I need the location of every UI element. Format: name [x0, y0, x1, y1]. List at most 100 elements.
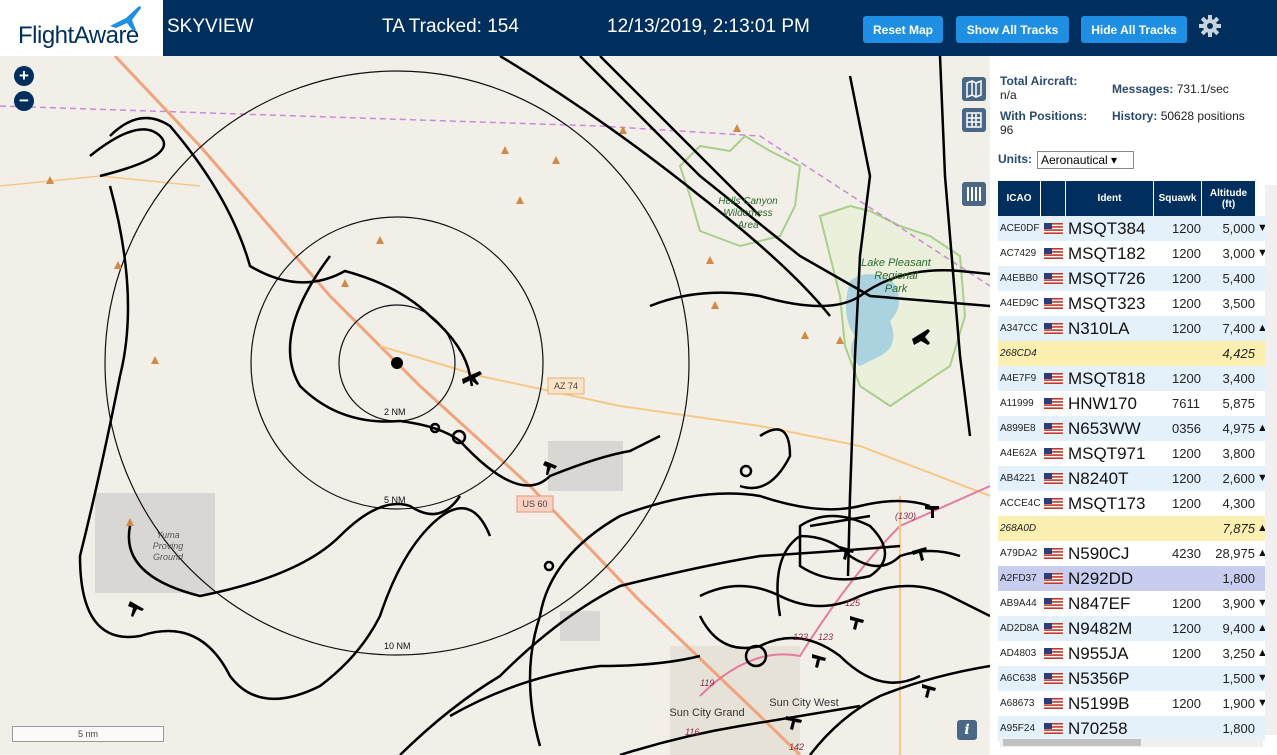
table-row[interactable]: A4E7F9 MSQT818 1200 3,400: [998, 366, 1265, 391]
altitude-cell: 1,800: [1222, 571, 1255, 586]
altitude-cell: 9,400: [1222, 621, 1255, 636]
squawk-cell: 1200: [1172, 496, 1201, 511]
table-row[interactable]: AB4221 N8240T 1200 2,600 ▼: [998, 466, 1268, 491]
column-header-squawk[interactable]: Squawk: [1154, 181, 1202, 216]
column-header-icao[interactable]: ICAO: [998, 181, 1041, 216]
show-all-tracks-button[interactable]: Show All Tracks: [956, 16, 1069, 43]
us-flag-icon: [1044, 398, 1063, 409]
table-row[interactable]: AD2D8A N9482M 1200 9,400 ▲: [998, 616, 1268, 641]
us-flag-icon: [1044, 373, 1063, 384]
reset-map-button[interactable]: Reset Map: [863, 16, 943, 43]
svg-text:123: 123: [818, 632, 833, 642]
grid-icon[interactable]: [962, 108, 986, 132]
svg-text:123: 123: [793, 632, 808, 642]
us-flag-icon: [1044, 248, 1063, 259]
units-select[interactable]: Aeronautical ▾: [1037, 151, 1134, 169]
map-layers-icon[interactable]: [962, 77, 986, 101]
svg-text:125: 125: [845, 598, 861, 608]
altitude-cell: 1,900: [1222, 696, 1255, 711]
table-row[interactable]: A4ED9C MSQT323 1200 3,500: [998, 291, 1265, 316]
table-row[interactable]: A11999 HNW170 7611 5,875: [998, 391, 1265, 416]
altitude-cell: 2,600: [1222, 471, 1255, 486]
altitude-cell: 1,800: [1222, 721, 1255, 736]
svg-text:142: 142: [789, 742, 804, 752]
icao-cell: A4ED9C: [1000, 298, 1039, 309]
us-flag-icon: [1044, 298, 1063, 309]
squawk-cell: 1200: [1172, 221, 1201, 236]
table-row[interactable]: AD4803 N955JA 1200 3,250 ▲: [998, 641, 1268, 666]
altitude-cell: 7,400: [1222, 321, 1255, 336]
svg-text:119: 119: [700, 678, 714, 688]
us-flag-icon: [1044, 423, 1063, 434]
altitude-cell: 7,875: [1222, 521, 1255, 536]
us-flag-icon: [1044, 323, 1063, 334]
squawk-cell: 1200: [1172, 371, 1201, 386]
aircraft-icon: [922, 684, 936, 698]
icao-cell: ACCE4C: [1000, 498, 1041, 509]
ident-cell: N70258: [1068, 719, 1128, 738]
icao-cell: A4E62A: [1000, 448, 1037, 459]
table-row[interactable]: A899E8 N653WW 0356 4,975 ▲: [998, 416, 1268, 441]
icao-cell: A899E8: [1000, 423, 1036, 434]
top-header: FlightAware SKYVIEW TA Tracked: 154 12/1…: [0, 0, 1277, 56]
icao-cell: ACE0DF: [1000, 223, 1040, 234]
us-flag-icon: [1044, 448, 1063, 459]
vertical-scrollbar[interactable]: [1265, 185, 1277, 735]
squawk-cell: 1200: [1172, 596, 1201, 611]
altitude-cell: 3,000: [1222, 246, 1255, 261]
altitude-cell: 4,975: [1222, 421, 1255, 436]
svg-text:Sun City Grand: Sun City Grand: [669, 707, 744, 719]
ident-cell: N653WW: [1068, 419, 1141, 438]
with-positions-value: 96: [1000, 123, 1014, 137]
table-row[interactable]: ACCE4C MSQT173 1200 4,300: [998, 491, 1265, 516]
column-header-flag[interactable]: [1041, 181, 1066, 216]
zoom-in-button[interactable]: +: [14, 66, 34, 86]
map-canvas[interactable]: Hells Canyon Wilderness Area Lake Pleasant…: [0, 56, 990, 755]
columns-icon[interactable]: [962, 182, 986, 206]
ident-cell: N9482M: [1068, 619, 1133, 638]
table-row[interactable]: A6C638 N5356P 1,500 ▼: [998, 666, 1268, 691]
squawk-cell: 1200: [1172, 321, 1201, 336]
table-row[interactable]: AB9A44 N847EF 1200 3,900 ▼: [998, 591, 1268, 616]
table-row[interactable]: A4E62A MSQT971 1200 3,800: [998, 441, 1265, 466]
icao-cell: AC7429: [1000, 248, 1037, 259]
table-row[interactable]: A347CC N310LA 1200 7,400 ▲: [998, 316, 1268, 341]
table-row[interactable]: AC7429 MSQT182 1200 3,000 ▼: [998, 241, 1268, 266]
altitude-cell: 3,900: [1222, 596, 1255, 611]
current-datetime: 12/13/2019, 2:13:01 PM: [607, 16, 810, 37]
squawk-cell: 1200: [1172, 446, 1201, 461]
us-flag-icon: [1044, 573, 1063, 584]
us-flag-icon: [1044, 498, 1063, 509]
altitude-cell: 3,800: [1222, 446, 1255, 461]
table-row[interactable]: A2FD37 N292DD 1,800: [998, 566, 1265, 591]
hide-all-tracks-button[interactable]: Hide All Tracks: [1081, 16, 1187, 43]
table-row[interactable]: 268A0D 7,875 ▲: [998, 516, 1268, 541]
table-row[interactable]: A79DA2 N590CJ 4230 28,975 ▲: [998, 541, 1268, 566]
table-row[interactable]: 268CD4 4,425: [998, 341, 1265, 366]
gear-icon[interactable]: [1198, 14, 1222, 38]
column-header-ident[interactable]: Ident: [1066, 181, 1154, 216]
icao-cell: AD4803: [1000, 648, 1037, 659]
us-flag-icon: [1044, 673, 1063, 684]
table-row[interactable]: A68673 N5199B 1200 1,900 ▼: [998, 691, 1268, 716]
messages-value: 731.1/sec: [1176, 82, 1229, 96]
svg-text:Sun City West: Sun City West: [769, 697, 839, 709]
horizontal-scrollbar-thumb[interactable]: [1003, 739, 1141, 746]
ident-cell: N847EF: [1068, 594, 1131, 613]
info-icon[interactable]: i: [957, 720, 977, 740]
icao-cell: A95F24: [1000, 723, 1036, 734]
table-row[interactable]: A4EBB0 MSQT726 1200 5,400: [998, 266, 1265, 291]
flightaware-logo[interactable]: FlightAware: [0, 0, 163, 56]
ta-tracked-count: TA Tracked: 154: [382, 16, 519, 37]
column-header-altitude[interactable]: Altitude (ft): [1202, 181, 1256, 216]
table-row[interactable]: ACE0DF MSQT384 1200 5,000 ▼: [998, 216, 1268, 241]
svg-text:YumaProvingGround: Yuma Proving Ground: [153, 530, 184, 562]
altitude-cell: 3,400: [1222, 371, 1255, 386]
icao-cell: A4EBB0: [1000, 273, 1038, 284]
us-flag-icon: [1044, 648, 1063, 659]
messages-label: Messages:: [1112, 82, 1174, 96]
icao-cell: 268CD4: [1000, 348, 1037, 359]
map-view[interactable]: Hells Canyon Wilderness Area Lake Pleasant…: [0, 56, 990, 755]
zoom-out-button[interactable]: −: [14, 91, 34, 111]
squawk-cell: 1200: [1172, 471, 1201, 486]
